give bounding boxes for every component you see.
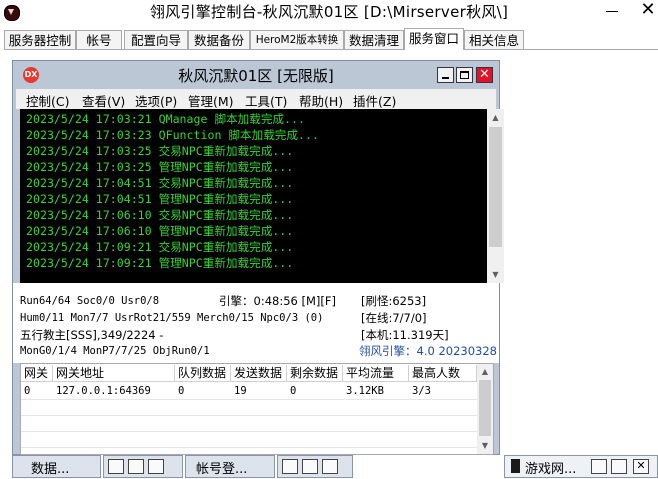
log-line: 2023/5/24 17:04:51 交易NPC重新加载完成...	[26, 176, 294, 190]
scroll-down-icon[interactable]: ▼	[487, 266, 504, 283]
col-send-data[interactable]: 发送数据	[231, 365, 287, 382]
menu-manage[interactable]: 管理(M)	[188, 91, 234, 110]
window-icon	[511, 459, 520, 473]
cell-remaining-data[interactable]: 0	[287, 383, 296, 399]
col-queue-data[interactable]: 队列数据	[175, 365, 231, 382]
minimized-window-title: 帐号登...	[196, 462, 248, 477]
menu-view[interactable]: 查看(V)	[82, 91, 125, 110]
status-hum: Hum0/11 Mon7/7 UsrRot21/559 Merch0/15 Np…	[20, 312, 324, 324]
log-line: 2023/5/24 17:06:10 管理NPC重新加载完成...	[26, 224, 294, 238]
status-refresh: [刷怪:6253]	[361, 294, 427, 308]
tab-server-control[interactable]: 服务器控制	[4, 30, 76, 49]
outer-window-title: 翎风引擎控制台-秋风沉默01区 [D:\Mirserver秋风\]	[149, 3, 509, 21]
menu-options[interactable]: 选项(P)	[135, 91, 177, 110]
log-line: 2023/5/24 17:03:25 管理NPC重新加载完成...	[26, 160, 294, 174]
row-divider	[21, 415, 478, 416]
close-icon[interactable]	[148, 459, 164, 474]
tab-data-cleanup[interactable]: 数据清理	[344, 30, 404, 49]
log-line: 2023/5/24 17:03:21 QManage 脚本加载完成...	[26, 112, 305, 126]
minimized-window-game-gateway[interactable]: 游戏网... ✕	[504, 455, 658, 478]
inner-minimize-icon[interactable]	[437, 67, 454, 83]
gateway-table[interactable]: 网关 网关地址 队列数据 发送数据 剩余数据 平均流量 最高人数 0 127.0…	[20, 363, 494, 455]
status-mon: MonG0/1/4 MonP7/7/25 ObjRun0/1	[20, 345, 210, 357]
restore-icon[interactable]	[108, 459, 124, 474]
status-version: 翎风引擎：4.0 20230328	[359, 344, 497, 358]
status-engine-time: 引擎：0:48:56 [M][F]	[219, 294, 336, 308]
scroll-down-icon[interactable]: ▼	[477, 438, 493, 453]
cell-max-users[interactable]: 3/3	[409, 383, 431, 399]
scroll-thumb[interactable]	[489, 127, 502, 247]
row-divider	[21, 399, 478, 400]
close-icon[interactable]	[322, 459, 338, 474]
inner-maximize-icon[interactable]	[456, 67, 473, 83]
maximize-icon[interactable]	[302, 459, 318, 474]
status-run: Run64/64 Soc0/0 Usr0/8	[20, 295, 160, 307]
tab-config-wizard[interactable]: 配置向导	[124, 30, 188, 49]
status-leader: 五行教主[SSS],349/2224 -	[20, 328, 164, 342]
row-divider	[21, 431, 478, 432]
close-icon[interactable]: ✕	[636, 0, 658, 22]
log-line: 2023/5/24 17:04:51 管理NPC重新加载完成...	[26, 192, 294, 206]
row-divider	[21, 447, 478, 448]
col-max-users[interactable]: 最高人数	[409, 365, 477, 382]
restore-icon[interactable]	[282, 459, 298, 474]
log-line: 2023/5/24 17:09:21 管理NPC重新加载完成...	[26, 256, 294, 270]
col-remaining-data[interactable]: 剩余数据	[287, 365, 343, 382]
log-line: 2023/5/24 17:09:21 交易NPC重新加载完成...	[26, 240, 294, 254]
minimized-window-data[interactable]: 数据...	[12, 455, 101, 478]
cell-queue-data[interactable]: 0	[175, 383, 184, 399]
inner-close-icon[interactable]: ✕	[476, 67, 493, 83]
col-gateway[interactable]: 网关	[21, 365, 53, 382]
tab-related-info[interactable]: 相关信息	[464, 30, 524, 49]
status-panel: Run64/64 Soc0/0 Usr0/8 引擎：0:48:56 [M][F]…	[13, 283, 499, 363]
minimize-icon[interactable]	[605, 4, 619, 18]
menu-help[interactable]: 帮助(H)	[299, 91, 343, 110]
status-uptime: [本机:11.319天]	[361, 328, 449, 342]
tab-account[interactable]: 帐号	[76, 30, 122, 49]
status-online: [在线:7/7/0]	[361, 311, 427, 325]
inner-window-title: 秋风沉默01区 [无限版]	[178, 67, 334, 85]
menu-bar: 控制(C) 查看(V) 选项(P) 管理(M) 工具(T) 帮助(H) 插件(Z…	[16, 89, 496, 109]
log-line: 2023/5/24 17:03:23 QFunction 脚本加载完成...	[26, 128, 319, 142]
log-console[interactable]: 2023/5/24 17:03:21 QManage 脚本加载完成... 202…	[20, 109, 504, 283]
tab-service-window[interactable]: 服务窗口	[404, 28, 464, 50]
maximize-icon[interactable]	[611, 459, 627, 474]
menu-control[interactable]: 控制(C)	[26, 91, 69, 110]
col-avg-traffic[interactable]: 平均流量	[343, 365, 409, 382]
gateway-scrollbar[interactable]: ▲ ▼	[477, 364, 493, 454]
restore-icon[interactable]	[591, 459, 607, 474]
maximize-icon[interactable]	[128, 459, 144, 474]
inner-title-bar: DX 秋风沉默01区 [无限版] ✕	[13, 61, 499, 89]
scroll-thumb[interactable]	[479, 380, 491, 436]
cell-gateway-address[interactable]: 127.0.0.1:64369	[53, 383, 151, 399]
server-console-window: DX 秋风沉默01区 [无限版] ✕ 控制(C) 查看(V) 选项(P) 管理(…	[12, 60, 504, 455]
scroll-up-icon[interactable]: ▲	[487, 109, 504, 126]
cell-send-data[interactable]: 19	[231, 383, 247, 399]
scroll-up-icon[interactable]: ▲	[477, 364, 493, 379]
outer-title-bar: 翎风引擎控制台-秋风沉默01区 [D:\Mirserver秋风\] ✕	[0, 0, 658, 28]
minimized-window-buttons[interactable]	[277, 455, 353, 478]
cell-gateway[interactable]: 0	[21, 383, 30, 399]
log-line: 2023/5/24 17:06:10 交易NPC重新加载完成...	[26, 208, 294, 222]
cell-avg-traffic[interactable]: 3.12KB	[343, 383, 384, 399]
menu-plugins[interactable]: 插件(Z)	[353, 91, 396, 110]
close-icon[interactable]: ✕	[633, 459, 649, 474]
console-scrollbar[interactable]: ▲ ▼	[487, 109, 504, 283]
minimized-window-title: 游戏网...	[525, 462, 577, 477]
menu-tools[interactable]: 工具(T)	[245, 91, 287, 110]
minimized-window-account[interactable]: 帐号登...	[185, 455, 275, 478]
tab-data-backup[interactable]: 数据备份	[188, 30, 250, 49]
tab-herom2-convert[interactable]: HeroM2版本转换	[250, 30, 344, 49]
col-gateway-address[interactable]: 网关地址	[53, 365, 175, 382]
log-line: 2023/5/24 17:03:25 交易NPC重新加载完成...	[26, 144, 294, 158]
minimized-window-title: 数据...	[31, 462, 70, 477]
minimized-window-buttons[interactable]	[103, 455, 183, 478]
